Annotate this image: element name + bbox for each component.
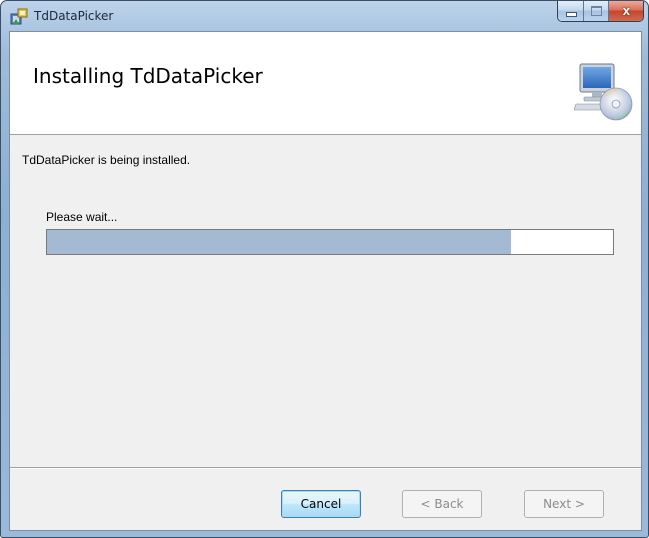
caption-buttons: x <box>557 1 644 22</box>
progress-fill <box>47 230 512 254</box>
close-icon: x <box>622 3 631 18</box>
back-button[interactable]: < Back <box>402 490 482 518</box>
minimize-button[interactable] <box>558 1 584 21</box>
status-text: TdDataPicker is being installed. <box>22 153 191 167</box>
install-progress-bar <box>46 229 614 255</box>
minimize-icon <box>566 12 577 17</box>
button-area-separator <box>10 467 641 469</box>
close-button[interactable]: x <box>609 1 643 21</box>
computer-cd-icon <box>574 63 633 121</box>
next-button[interactable]: Next > <box>524 490 604 518</box>
maximize-button[interactable] <box>583 1 610 21</box>
installer-client-area: Installing TdDataPicker TdDataPicker is … <box>9 31 642 531</box>
maximize-icon <box>590 6 602 16</box>
installer-window: TdDataPicker x Installing TdDataPicker T… <box>0 0 649 538</box>
window-title: TdDataPicker <box>34 9 114 23</box>
title-bar[interactable]: TdDataPicker x <box>1 1 648 31</box>
header-banner: Installing TdDataPicker <box>10 32 641 135</box>
progress-label: Please wait... <box>46 210 118 224</box>
page-title: Installing TdDataPicker <box>33 64 263 88</box>
installer-package-icon <box>10 8 28 25</box>
cancel-button[interactable]: Cancel <box>281 490 361 518</box>
